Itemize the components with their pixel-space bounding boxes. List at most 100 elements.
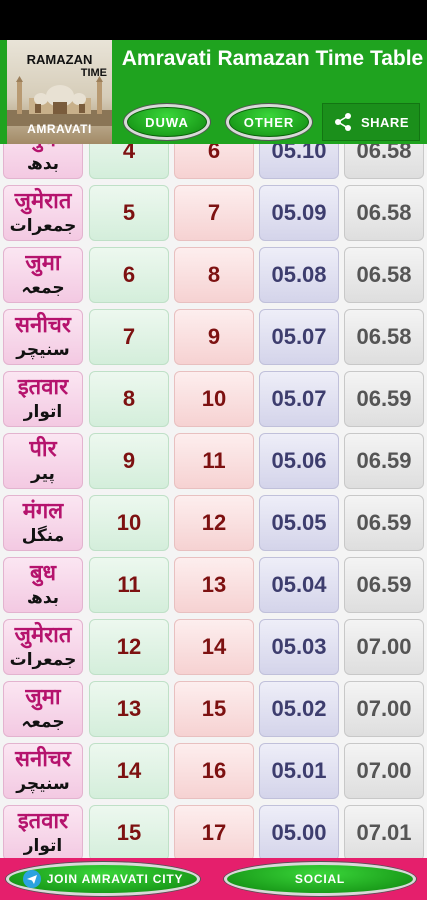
sehri-time: 05.04 <box>271 572 327 597</box>
date-number: 14 <box>201 634 227 659</box>
telegram-icon <box>22 870 41 888</box>
other-button[interactable]: OTHER <box>226 104 312 140</box>
roza-number-cell: 11 <box>89 557 169 613</box>
sehri-time-cell: 05.04 <box>259 557 339 613</box>
day-hindi: इतवार <box>17 375 69 400</box>
date-cell: 11 <box>174 433 254 489</box>
day-urdu: منگل <box>21 526 65 546</box>
day-cell: जुमेरात جمعرات <box>3 619 83 675</box>
duwa-button[interactable]: DUWA <box>124 104 210 140</box>
roza-number: 12 <box>116 634 142 659</box>
roza-number-cell: 9 <box>89 433 169 489</box>
roza-number-cell: 15 <box>89 805 169 858</box>
iftar-time-cell: 06.59 <box>344 557 424 613</box>
sehri-time: 05.07 <box>271 324 327 349</box>
mosque-icon <box>7 76 112 126</box>
sehri-time: 05.02 <box>271 696 327 721</box>
footer-bar: JOIN AMRAVATI CITY SOCIAL <box>0 858 427 900</box>
sehri-time: 05.03 <box>271 634 327 659</box>
roza-number-cell: 12 <box>89 619 169 675</box>
day-cell: सनीचर سنیچر <box>3 309 83 365</box>
iftar-time: 06.58 <box>356 144 412 163</box>
iftar-time: 07.00 <box>356 634 412 659</box>
join-label: JOIN AMRAVATI CITY <box>46 872 184 886</box>
day-urdu: بدھ <box>26 588 60 608</box>
table-row: जुमेरात جمعرات 5 7 05.09 06.58 <box>0 181 427 243</box>
iftar-time-cell: 06.59 <box>344 433 424 489</box>
status-bar <box>0 0 427 40</box>
day-hindi: मंगल <box>22 499 64 524</box>
table-row: जुमा جمعہ 6 8 05.08 06.58 <box>0 243 427 305</box>
roza-number-cell: 13 <box>89 681 169 737</box>
day-urdu: اتوار <box>23 836 63 856</box>
sehri-time-cell: 05.03 <box>259 619 339 675</box>
sehri-time: 05.09 <box>271 200 327 225</box>
roza-number: 6 <box>122 262 136 287</box>
roza-number: 4 <box>122 144 136 163</box>
table-row: इतवार اتوار 8 10 05.07 06.59 <box>0 367 427 429</box>
roza-number-cell: 14 <box>89 743 169 799</box>
sehri-time-cell: 05.06 <box>259 433 339 489</box>
table-row: इतवार اتوار 15 17 05.00 07.01 <box>0 801 427 858</box>
iftar-time-cell: 07.00 <box>344 681 424 737</box>
sehri-time: 05.00 <box>271 820 327 845</box>
date-number: 10 <box>201 386 227 411</box>
day-hindi: बुध <box>30 144 56 153</box>
date-number: 7 <box>207 200 221 225</box>
social-button[interactable]: SOCIAL <box>224 862 416 896</box>
date-number: 8 <box>207 262 221 287</box>
logo-city: AMRAVATI <box>27 122 92 136</box>
day-hindi: जुमा <box>25 685 61 710</box>
day-urdu: سنیچر <box>16 340 70 360</box>
day-urdu: پیر <box>31 464 55 484</box>
day-hindi: बुध <box>29 561 57 586</box>
table-row: बुध بدھ 11 13 05.04 06.59 <box>0 553 427 615</box>
date-number: 11 <box>202 448 226 473</box>
sehri-time-cell: 05.10 <box>259 144 339 179</box>
iftar-time: 07.01 <box>356 820 412 845</box>
day-hindi: जुमेरात <box>14 189 72 214</box>
date-cell: 8 <box>174 247 254 303</box>
date-number: 15 <box>201 696 227 721</box>
share-button[interactable]: SHARE <box>322 103 420 141</box>
iftar-time: 07.00 <box>356 696 412 721</box>
iftar-time-cell: 06.59 <box>344 495 424 551</box>
sehri-time-cell: 05.02 <box>259 681 339 737</box>
iftar-time-cell: 06.58 <box>344 309 424 365</box>
day-urdu: جمعرات <box>9 650 77 670</box>
roza-number-cell: 6 <box>89 247 169 303</box>
iftar-time-cell: 06.58 <box>344 144 424 179</box>
day-cell: बुधبدھ <box>3 144 83 179</box>
sehri-time: 05.06 <box>271 448 327 473</box>
roza-number-cell: 8 <box>89 371 169 427</box>
date-cell: 16 <box>174 743 254 799</box>
date-cell: 15 <box>174 681 254 737</box>
date-number: 13 <box>201 572 227 597</box>
roza-number: 10 <box>116 510 142 535</box>
day-cell: जुमा جمعہ <box>3 247 83 303</box>
day-hindi: जुमेरात <box>14 623 72 648</box>
share-label: SHARE <box>360 114 409 130</box>
date-cell: 10 <box>174 371 254 427</box>
time-table[interactable]: बुधبدھ4605.1006.58जुमेरातجمعرات5705.0906… <box>0 144 427 858</box>
iftar-time: 06.58 <box>356 324 412 349</box>
app-logo: RAMAZAN TIME AMRAVATI <box>7 40 112 144</box>
sehri-time-cell: 05.01 <box>259 743 339 799</box>
iftar-time-cell: 06.58 <box>344 247 424 303</box>
sehri-time-cell: 05.07 <box>259 309 339 365</box>
table-row: पीर پیر 9 11 05.06 06.59 <box>0 429 427 491</box>
day-hindi: सनीचर <box>15 313 71 338</box>
day-cell: बुधبدھ <box>3 557 83 613</box>
day-hindi: पीर <box>29 437 57 462</box>
date-cell: 17 <box>174 805 254 858</box>
table-row: बुधبدھ 4 6 05.10 06.58 <box>0 144 427 181</box>
join-amravati-city-button[interactable]: JOIN AMRAVATI CITY <box>6 862 200 896</box>
sehri-time-cell: 05.00 <box>259 805 339 858</box>
sehri-time: 05.07 <box>271 386 327 411</box>
roza-number: 11 <box>117 572 141 597</box>
date-cell: 9 <box>174 309 254 365</box>
roza-number-cell: 7 <box>89 309 169 365</box>
iftar-time: 06.58 <box>356 262 412 287</box>
roza-number: 13 <box>116 696 142 721</box>
day-cell: इतवार اتوار <box>3 371 83 427</box>
